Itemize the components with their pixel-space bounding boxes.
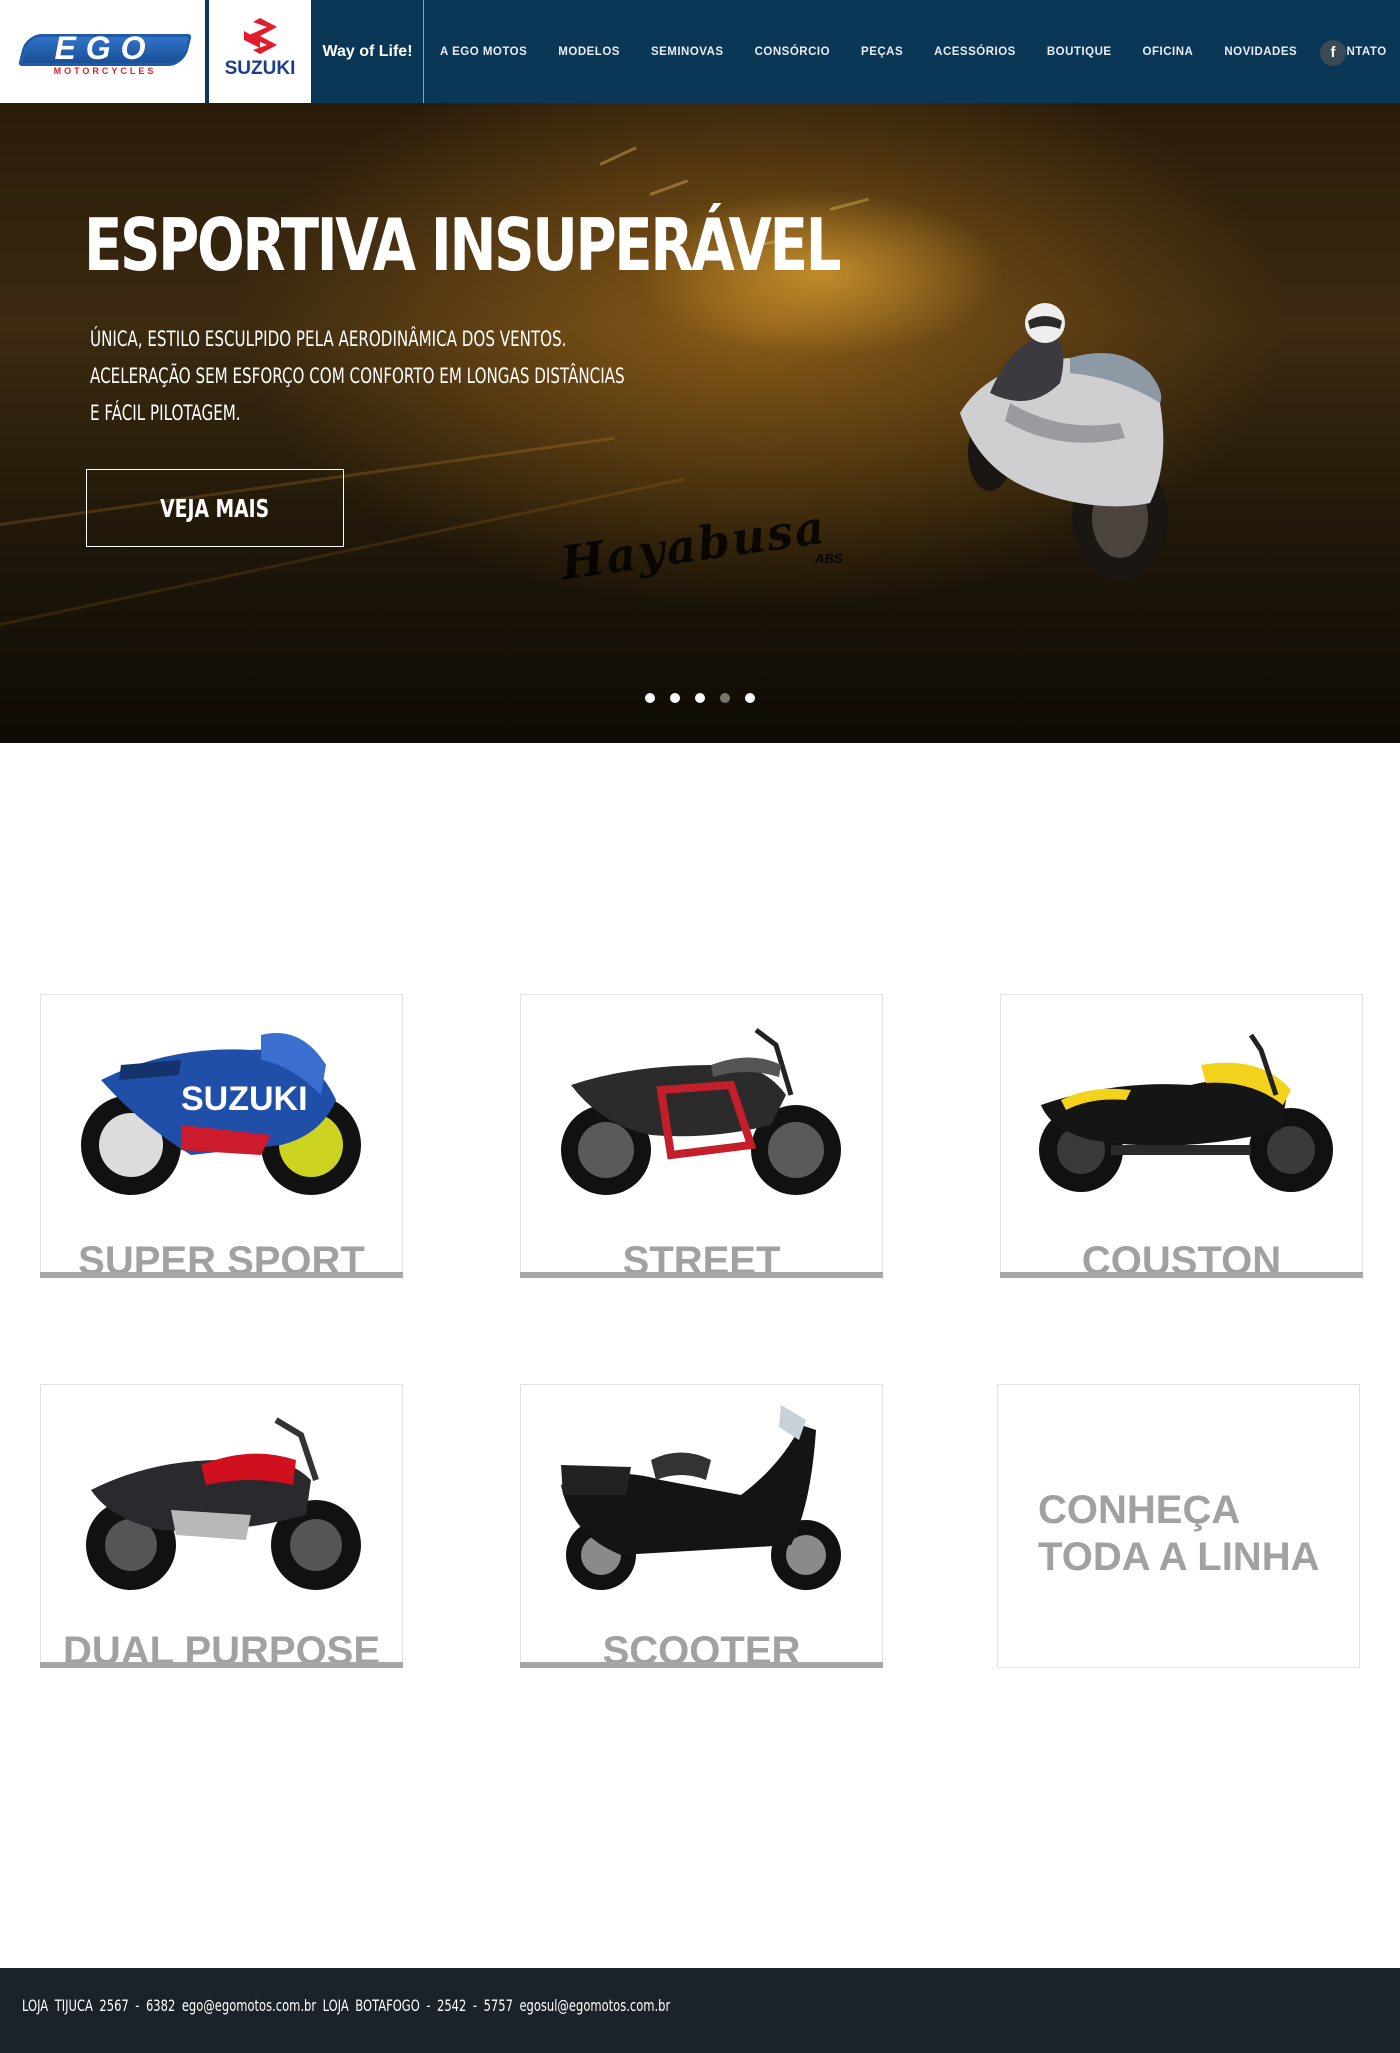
nav-item-a-ego-motos[interactable]: A EGO MOTOS — [440, 46, 527, 58]
see-all-models-card[interactable]: CONHEÇA TODA A LINHA — [997, 1384, 1360, 1668]
nav-item-modelos[interactable]: MODELOS — [558, 46, 620, 58]
hero-slider: ESPORTIVA INSUPERÁVEL ÚNICA, ESTILO ESCU… — [0, 103, 1400, 743]
category-card-dual-purpose[interactable]: DUAL PURPOSE — [40, 1384, 403, 1668]
ego-logo-subtext: MOTORCYCLES — [53, 66, 157, 76]
nav-item-oficina[interactable]: OFICINA — [1143, 46, 1194, 58]
hayabusa-motorcycle-image — [960, 303, 1168, 580]
svg-text:SUZUKI: SUZUKI — [181, 1080, 308, 1118]
see-all-line1: CONHEÇA — [1038, 1488, 1241, 1532]
nav-item-novidades[interactable]: NOVIDADES — [1224, 46, 1297, 58]
suzuki-logo-text: SUZUKI — [224, 58, 296, 79]
scooter-image — [561, 1405, 841, 1590]
hero-text-line: E FÁCIL PILOTAGEM. — [90, 401, 241, 425]
page: EGO MOTORCYCLES SUZUKI Way of Life! A EG… — [0, 0, 1400, 2053]
hero-title: ESPORTIVA INSUPERÁVEL — [84, 203, 841, 287]
veja-mais-label: VEJA MAIS — [160, 494, 270, 523]
card-underline — [1000, 1272, 1363, 1278]
nav-item-pecas[interactable]: PEÇAS — [861, 46, 903, 58]
main-nav: A EGO MOTOS MODELOS SEMINOVAS CONSÓRCIO … — [440, 0, 1387, 103]
tagline: Way of Life! — [312, 0, 424, 103]
couston-motorcycle-image — [1039, 1033, 1333, 1192]
suzuki-logo[interactable]: SUZUKI — [209, 0, 311, 103]
nav-item-boutique[interactable]: BOUTIQUE — [1047, 46, 1112, 58]
tunnel-light — [599, 146, 637, 166]
street-motorcycle-image — [561, 1028, 841, 1195]
see-all-models-text: CONHEÇA TODA A LINHA — [1038, 1487, 1319, 1581]
slider-dot-active[interactable] — [720, 693, 730, 703]
nav-item-consorcio[interactable]: CONSÓRCIO — [755, 46, 830, 58]
nav-item-seminovas[interactable]: SEMINOVAS — [651, 46, 724, 58]
card-underline — [40, 1662, 403, 1668]
slider-dots — [645, 693, 770, 703]
ego-logo-text: EGO — [54, 30, 156, 66]
dual-purpose-motorcycle-image — [86, 1417, 361, 1590]
hero-text-line: ACELERAÇÃO SEM ESFORÇO COM CONFORTO EM L… — [90, 364, 625, 388]
hayabusa-logo: Hayabusa — [557, 499, 830, 591]
category-card-street[interactable]: STREET — [520, 994, 883, 1278]
veja-mais-button[interactable]: VEJA MAIS — [86, 469, 344, 547]
suzuki-s-icon — [244, 18, 277, 54]
category-card-scooter[interactable]: SCOOTER — [520, 1384, 883, 1668]
category-card-couston[interactable]: COUSTON — [1000, 994, 1363, 1278]
slider-dot[interactable] — [670, 693, 680, 703]
category-card-super-sport[interactable]: SUZUKI SUPER SPORT — [40, 994, 403, 1278]
slider-dot[interactable] — [695, 693, 705, 703]
see-all-line2: TODA A LINHA — [1038, 1535, 1320, 1579]
nav-item-acessorios[interactable]: ACESSÓRIOS — [934, 46, 1016, 58]
slider-dot[interactable] — [645, 693, 655, 703]
hayabusa-logo-sub: ABS — [815, 551, 843, 566]
site-footer: LOJA TIJUCA 2567 - 6382 ego@egomotos.com… — [0, 1968, 1400, 2053]
slider-dot[interactable] — [745, 693, 755, 703]
tunnel-light — [649, 179, 689, 196]
card-underline — [520, 1272, 883, 1278]
card-underline — [40, 1272, 403, 1278]
card-underline — [520, 1662, 883, 1668]
ego-logo[interactable]: EGO MOTORCYCLES — [0, 0, 207, 103]
site-header: EGO MOTORCYCLES SUZUKI Way of Life! A EG… — [0, 0, 1400, 103]
hero-text-line: ÚNICA, ESTILO ESCULPIDO PELA AERODINÂMIC… — [90, 327, 567, 351]
footer-contact-info: LOJA TIJUCA 2567 - 6382 ego@egomotos.com… — [22, 1996, 671, 2015]
super-sport-motorcycle-image: SUZUKI — [81, 1033, 361, 1195]
facebook-icon[interactable]: f — [1320, 40, 1346, 66]
